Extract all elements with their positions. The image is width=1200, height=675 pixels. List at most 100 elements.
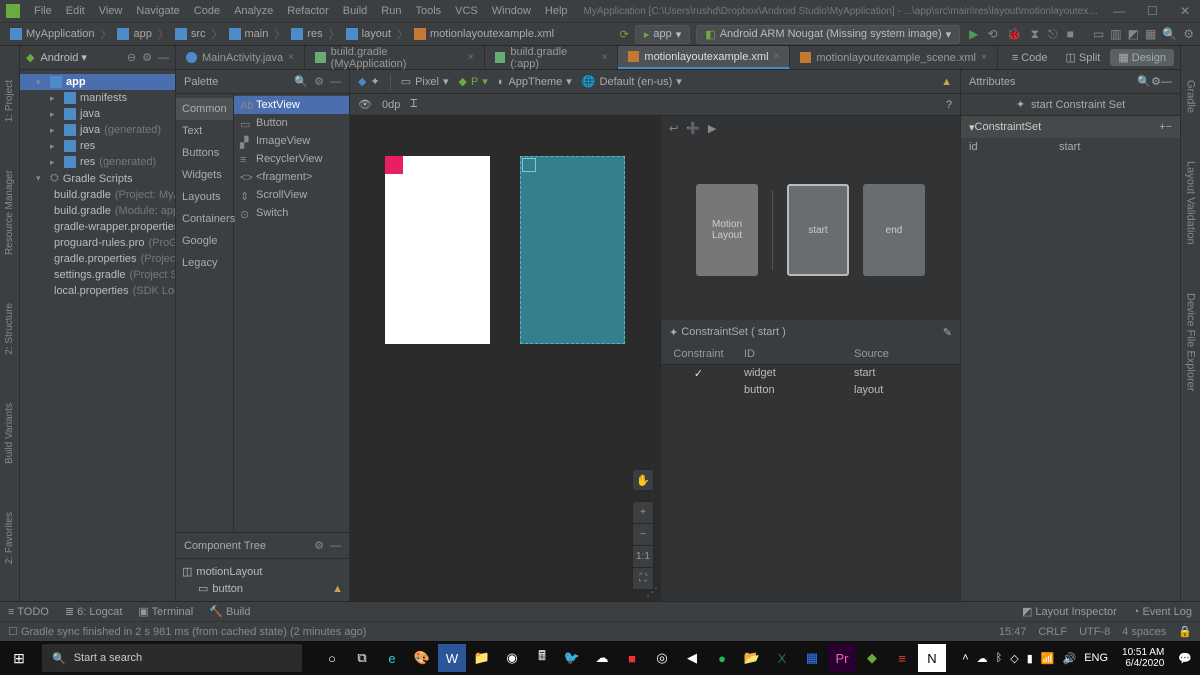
tree-res[interactable]: ▸res [20, 138, 175, 154]
tool-todo[interactable]: ≡ TODO [8, 606, 49, 618]
tree-gradle-4[interactable]: gradle.properties (Project [20, 251, 175, 267]
tab-mainactivity[interactable]: MainActivity.java× [176, 46, 305, 69]
crumb-app[interactable]: app [113, 28, 155, 40]
warning-icon[interactable]: ▲ [332, 583, 343, 595]
item-switch[interactable]: ⊙Switch [234, 204, 349, 222]
avd-manager-icon[interactable]: ▭ [1093, 27, 1104, 41]
tree-java-gen[interactable]: ▸java (generated) [20, 122, 175, 138]
tool-build[interactable]: 🔨 Build [209, 605, 250, 618]
cat-text[interactable]: Text [176, 120, 233, 142]
edit-icon[interactable]: ✎ [943, 326, 952, 339]
notifications-icon[interactable]: 💬 [1178, 652, 1192, 665]
tray-bluetooth-icon[interactable]: ᛒ [996, 652, 1003, 664]
mode-code[interactable]: ≡ Code [1004, 50, 1056, 66]
tree-gradle-scripts[interactable]: ▾⛭Gradle Scripts [20, 170, 175, 187]
tool-gradle[interactable]: Gradle [1185, 76, 1197, 117]
spotify-icon[interactable]: ● [708, 644, 736, 672]
gear-icon[interactable]: ⚙ [314, 539, 324, 552]
menu-tools[interactable]: Tools [409, 2, 447, 20]
crumb-main[interactable]: main [225, 28, 273, 40]
warning-icon[interactable]: ▲ [941, 76, 952, 88]
cat-google[interactable]: Google [176, 230, 233, 252]
start-button[interactable]: ⊞ [0, 650, 38, 667]
tool-device-file-explorer[interactable]: Device File Explorer [1185, 289, 1197, 395]
edge-icon[interactable]: e [378, 644, 406, 672]
taskbar-clock[interactable]: 10:51 AM 6/4/2020 [1116, 647, 1170, 669]
tree-gradle-0[interactable]: build.gradle (Project: MyA [20, 187, 175, 203]
tree-res-gen[interactable]: ▸res (generated) [20, 154, 175, 170]
tool-resource-manager[interactable]: Resource Manager [4, 166, 15, 259]
blueprint-preview[interactable] [520, 156, 625, 344]
cat-widgets[interactable]: Widgets [176, 164, 233, 186]
motion-box-start[interactable]: start [787, 184, 849, 276]
tab-build-proj[interactable]: build.gradle (MyApplication)× [305, 46, 485, 69]
task-view-icon[interactable]: ⧉ [348, 644, 376, 672]
menu-help[interactable]: Help [539, 2, 574, 20]
attr-row-id[interactable]: idstart [961, 138, 1180, 156]
crumb-res[interactable]: res [287, 28, 326, 40]
zoom-fit-icon[interactable]: ⛶ [633, 568, 653, 590]
search-icon[interactable]: 🔍 [1162, 27, 1177, 41]
design-surface[interactable]: ⋰ ✋ + − 1:1 ⛶ [350, 116, 660, 601]
select-icon[interactable]: ◆ [358, 75, 366, 88]
motion-box-end[interactable]: end [863, 184, 925, 276]
attach-icon[interactable]: ⎋ [1048, 27, 1058, 41]
hide-icon[interactable]: — [158, 52, 169, 64]
pan-icon[interactable]: ✋ [632, 469, 654, 491]
motion-box-layout[interactable]: Motion Layout [696, 184, 758, 276]
gear-icon[interactable]: ⚙ [142, 51, 152, 64]
wand-icon[interactable]: ✦ [370, 75, 379, 88]
paint-icon[interactable]: 🎨 [408, 644, 436, 672]
menu-window[interactable]: Window [486, 2, 537, 20]
button-view[interactable] [385, 156, 403, 174]
theme-picker[interactable]: ◐ AppTheme ▾ [498, 75, 572, 88]
cat-layouts[interactable]: Layouts [176, 186, 233, 208]
menu-build[interactable]: Build [337, 2, 373, 20]
attr-section-constraintset[interactable]: ▾ ConstraintSet+− [961, 116, 1180, 138]
run-button[interactable]: ▶ [969, 27, 978, 41]
blueprint-button[interactable] [522, 158, 536, 172]
steam-icon[interactable]: ◉ [498, 644, 526, 672]
tool-project[interactable]: 1: Project [4, 76, 15, 126]
menu-view[interactable]: View [93, 2, 129, 20]
stop-icon[interactable]: ■ [1067, 27, 1074, 41]
layout-inspector-icon[interactable]: ◩ [1128, 27, 1139, 41]
tray-volume-icon[interactable]: 🔊 [1062, 652, 1076, 665]
search-icon[interactable]: 🔍 [294, 75, 308, 88]
collapse-icon[interactable]: ⊖ [127, 51, 136, 64]
menu-file[interactable]: File [28, 2, 58, 20]
cat-legacy[interactable]: Legacy [176, 252, 233, 274]
tab-motionscene[interactable]: motionlayoutexample_scene.xml× [790, 46, 997, 69]
locale-picker[interactable]: 🌐 Default (en-us) ▾ [582, 75, 682, 88]
menu-run[interactable]: Run [375, 2, 407, 20]
status-indent[interactable]: 4 spaces [1122, 626, 1166, 638]
tool-event-log[interactable]: ◔ Event Log [1133, 606, 1192, 618]
tree-gradle-3[interactable]: proguard-rules.pro (ProGu [20, 235, 175, 251]
tree-app[interactable]: ▾app [20, 74, 175, 90]
status-lock-icon[interactable]: 🔒 [1178, 625, 1192, 638]
tray-dropbox-icon[interactable]: ◇ [1010, 652, 1018, 665]
zoom-11-icon[interactable]: 1:1 [633, 546, 653, 568]
notion-icon[interactable]: N [918, 644, 946, 672]
crumb-file[interactable]: motionlayoutexample.xml [410, 28, 558, 40]
tool-logcat[interactable]: ≣ 6: Logcat [65, 605, 123, 618]
tray-onedrive-icon[interactable]: ☁ [977, 652, 988, 665]
item-recyclerview[interactable]: ≡RecyclerView [234, 150, 349, 168]
cat-containers[interactable]: Containers [176, 208, 233, 230]
ct-button[interactable]: ▭button▲ [176, 580, 349, 597]
cat-common[interactable]: Common [176, 98, 233, 120]
tab-motionlayout[interactable]: motionlayoutexample.xml× [618, 46, 790, 69]
ct-motionlayout[interactable]: ◫motionLayout [176, 563, 349, 580]
item-textview[interactable]: AbTextView [234, 96, 349, 114]
motion-play-icon[interactable]: ▶ [708, 122, 716, 135]
sync-icon[interactable]: ⟳ [620, 28, 629, 41]
api-picker[interactable]: ◆ P ▾ [458, 75, 487, 88]
tool-layout-validation[interactable]: Layout Validation [1185, 157, 1197, 249]
run-config-selector[interactable]: ▸app▾ [635, 25, 690, 44]
tree-gradle-2[interactable]: gradle-wrapper.properties [20, 219, 175, 235]
project-view-selector[interactable]: Android▾ [40, 51, 86, 64]
explorer-icon[interactable]: 📁 [468, 644, 496, 672]
gear-icon[interactable]: ⚙ [1151, 75, 1161, 88]
tray-wifi-icon[interactable]: 📶 [1041, 652, 1055, 665]
motion-arrow-icon[interactable]: ↩ [669, 122, 678, 135]
